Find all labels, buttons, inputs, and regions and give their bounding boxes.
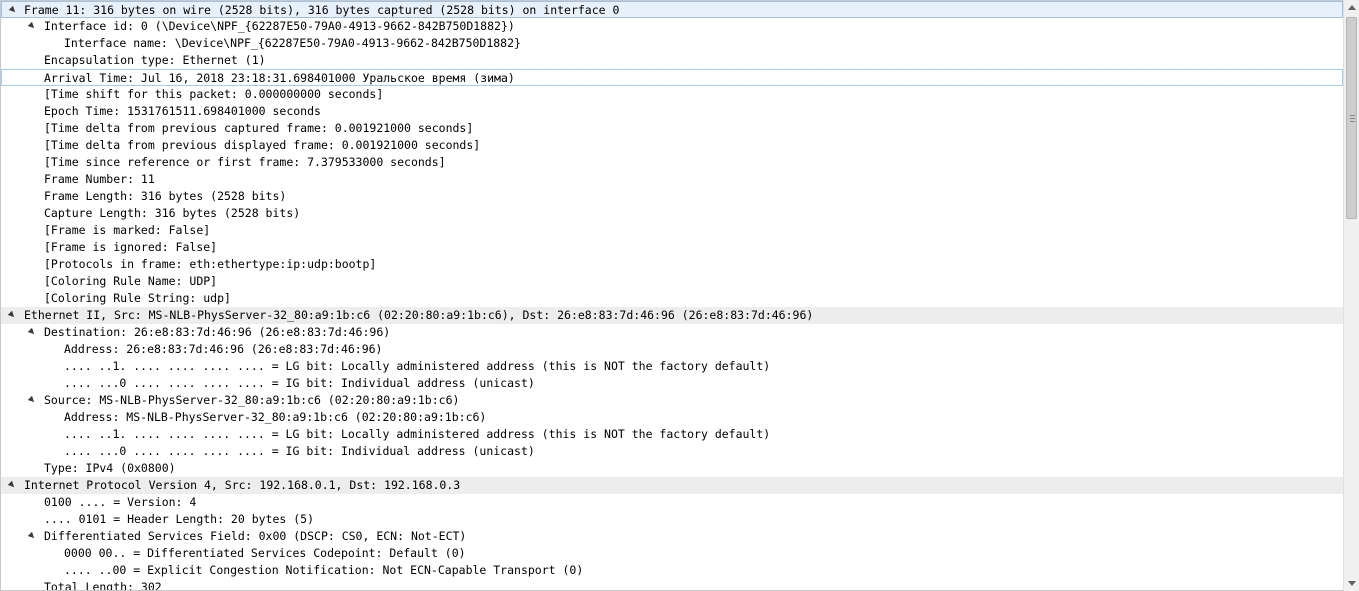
tree-item[interactable]: [Coloring Rule String: udp] bbox=[1, 290, 1343, 307]
expanded-triangle-icon[interactable] bbox=[8, 5, 18, 15]
tree-item-label: Frame 11: 316 bytes on wire (2528 bits),… bbox=[24, 3, 620, 17]
expanded-triangle-icon[interactable] bbox=[7, 310, 17, 320]
tree-item[interactable]: Arrival Time: Jul 16, 2018 23:18:31.6984… bbox=[1, 69, 1343, 86]
tree-item[interactable]: [Frame is ignored: False] bbox=[1, 239, 1343, 256]
tree-item[interactable]: 0000 00.. = Differentiated Services Code… bbox=[1, 545, 1343, 562]
tree-item-label: [Time delta from previous captured frame… bbox=[44, 121, 474, 135]
tree-item-label: [Time shift for this packet: 0.000000000… bbox=[44, 87, 384, 101]
tree-item[interactable]: [Time delta from previous displayed fram… bbox=[1, 137, 1343, 154]
tree-item[interactable]: Interface name: \Device\NPF_{62287E50-79… bbox=[1, 35, 1343, 52]
tree-item[interactable]: Address: MS-NLB-PhysServer-32_80:a9:1b:c… bbox=[1, 409, 1343, 426]
tree-item-label: Interface id: 0 (\Device\NPF_{62287E50-7… bbox=[44, 19, 515, 33]
tree-item-label: Interface name: \Device\NPF_{62287E50-79… bbox=[64, 36, 521, 50]
expanded-triangle-icon[interactable] bbox=[7, 480, 17, 490]
tree-item-label: [Coloring Rule String: udp] bbox=[44, 291, 231, 305]
tree-item[interactable]: Frame Number: 11 bbox=[1, 171, 1343, 188]
tree-item-label: 0000 00.. = Differentiated Services Code… bbox=[64, 546, 466, 560]
grip-icon bbox=[1350, 115, 1355, 122]
tree-item-label: Address: 26:e8:83:7d:46:96 (26:e8:83:7d:… bbox=[64, 342, 383, 356]
tree-item-label: Type: IPv4 (0x0800) bbox=[44, 461, 176, 475]
tree-item-label: .... ..1. .... .... .... .... = LG bit: … bbox=[64, 359, 771, 373]
tree-item[interactable]: .... ..00 = Explicit Congestion Notifica… bbox=[1, 562, 1343, 579]
scroll-down-button[interactable] bbox=[1344, 575, 1359, 591]
tree-item-label: Differentiated Services Field: 0x00 (DSC… bbox=[44, 529, 467, 543]
tree-item-label: Ethernet II, Src: MS-NLB-PhysServer-32_8… bbox=[24, 308, 814, 322]
tree-item[interactable]: Encapsulation type: Ethernet (1) bbox=[1, 52, 1343, 69]
tree-item-label: Frame Number: 11 bbox=[44, 172, 155, 186]
tree-item[interactable]: .... 0101 = Header Length: 20 bytes (5) bbox=[1, 511, 1343, 528]
tree-item-label: .... ...0 .... .... .... .... = IG bit: … bbox=[64, 376, 535, 390]
scroll-up-arrow-icon bbox=[1348, 5, 1356, 10]
tree-item-label: .... ...0 .... .... .... .... = IG bit: … bbox=[64, 444, 535, 458]
protocol-tree-header[interactable]: Internet Protocol Version 4, Src: 192.16… bbox=[1, 477, 1343, 494]
tree-item-label: [Frame is ignored: False] bbox=[44, 240, 218, 254]
tree-item[interactable]: Type: IPv4 (0x0800) bbox=[1, 460, 1343, 477]
tree-item-label: Epoch Time: 1531761511.698401000 seconds bbox=[44, 104, 321, 118]
tree-item-label: [Time since reference or first frame: 7.… bbox=[44, 155, 446, 169]
vertical-scrollbar[interactable] bbox=[1343, 0, 1359, 591]
expanded-triangle-icon[interactable] bbox=[27, 327, 37, 337]
tree-item[interactable]: Total Length: 302 bbox=[1, 579, 1343, 591]
tree-item-label: Frame Length: 316 bytes (2528 bits) bbox=[44, 189, 287, 203]
tree-item[interactable]: Interface id: 0 (\Device\NPF_{62287E50-7… bbox=[1, 18, 1343, 35]
tree-item-label: .... 0101 = Header Length: 20 bytes (5) bbox=[44, 512, 315, 526]
tree-item[interactable]: .... ...0 .... .... .... .... = IG bit: … bbox=[1, 443, 1343, 460]
tree-item[interactable]: .... ..1. .... .... .... .... = LG bit: … bbox=[1, 426, 1343, 443]
tree-item-label: .... ..00 = Explicit Congestion Notifica… bbox=[64, 563, 584, 577]
tree-item[interactable]: Epoch Time: 1531761511.698401000 seconds bbox=[1, 103, 1343, 120]
tree-item[interactable]: Address: 26:e8:83:7d:46:96 (26:e8:83:7d:… bbox=[1, 341, 1343, 358]
expanded-triangle-icon[interactable] bbox=[27, 395, 37, 405]
tree-item[interactable]: [Frame is marked: False] bbox=[1, 222, 1343, 239]
tree-item-label: Encapsulation type: Ethernet (1) bbox=[44, 53, 266, 67]
scrollbar-thumb[interactable] bbox=[1346, 17, 1357, 219]
tree-item[interactable]: Differentiated Services Field: 0x00 (DSC… bbox=[1, 528, 1343, 545]
tree-item[interactable]: [Time delta from previous captured frame… bbox=[1, 120, 1343, 137]
tree-item[interactable]: .... ...0 .... .... .... .... = IG bit: … bbox=[1, 375, 1343, 392]
expanded-triangle-icon[interactable] bbox=[27, 21, 37, 31]
tree-item-label: Internet Protocol Version 4, Src: 192.16… bbox=[24, 478, 461, 492]
tree-item-label: Total Length: 302 bbox=[44, 580, 162, 591]
tree-item-label: 0100 .... = Version: 4 bbox=[44, 495, 197, 509]
tree-item[interactable]: [Coloring Rule Name: UDP] bbox=[1, 273, 1343, 290]
tree-item-label: Address: MS-NLB-PhysServer-32_80:a9:1b:c… bbox=[64, 410, 487, 424]
tree-item-label: [Frame is marked: False] bbox=[44, 223, 211, 237]
tree-item[interactable]: Frame Length: 316 bytes (2528 bits) bbox=[1, 188, 1343, 205]
tree-item[interactable]: Capture Length: 316 bytes (2528 bits) bbox=[1, 205, 1343, 222]
tree-item-label: [Protocols in frame: eth:ethertype:ip:ud… bbox=[44, 257, 377, 271]
tree-item-label: [Coloring Rule Name: UDP] bbox=[44, 274, 218, 288]
tree-item[interactable]: [Time since reference or first frame: 7.… bbox=[1, 154, 1343, 171]
tree-item[interactable]: [Time shift for this packet: 0.000000000… bbox=[1, 86, 1343, 103]
tree-item[interactable]: 0100 .... = Version: 4 bbox=[1, 494, 1343, 511]
protocol-tree-header[interactable]: Frame 11: 316 bytes on wire (2528 bits),… bbox=[1, 1, 1343, 18]
tree-item[interactable]: [Protocols in frame: eth:ethertype:ip:ud… bbox=[1, 256, 1343, 273]
tree-item-label: .... ..1. .... .... .... .... = LG bit: … bbox=[64, 427, 771, 441]
tree-item-label: [Time delta from previous displayed fram… bbox=[44, 138, 481, 152]
protocol-tree-header[interactable]: Ethernet II, Src: MS-NLB-PhysServer-32_8… bbox=[1, 307, 1343, 324]
tree-item-label: Destination: 26:e8:83:7d:46:96 (26:e8:83… bbox=[44, 325, 391, 339]
tree-item-label: Source: MS-NLB-PhysServer-32_80:a9:1b:c6… bbox=[44, 393, 460, 407]
tree-item[interactable]: Destination: 26:e8:83:7d:46:96 (26:e8:83… bbox=[1, 324, 1343, 341]
scroll-down-arrow-icon bbox=[1348, 581, 1356, 586]
tree-item[interactable]: Source: MS-NLB-PhysServer-32_80:a9:1b:c6… bbox=[1, 392, 1343, 409]
tree-item-label: Arrival Time: Jul 16, 2018 23:18:31.6984… bbox=[44, 71, 515, 85]
expanded-triangle-icon[interactable] bbox=[27, 531, 37, 541]
tree-item-label: Capture Length: 316 bytes (2528 bits) bbox=[44, 206, 301, 220]
packet-details-tree[interactable]: Frame 11: 316 bytes on wire (2528 bits),… bbox=[0, 0, 1343, 591]
scroll-up-button[interactable] bbox=[1344, 0, 1359, 16]
tree-item[interactable]: .... ..1. .... .... .... .... = LG bit: … bbox=[1, 358, 1343, 375]
